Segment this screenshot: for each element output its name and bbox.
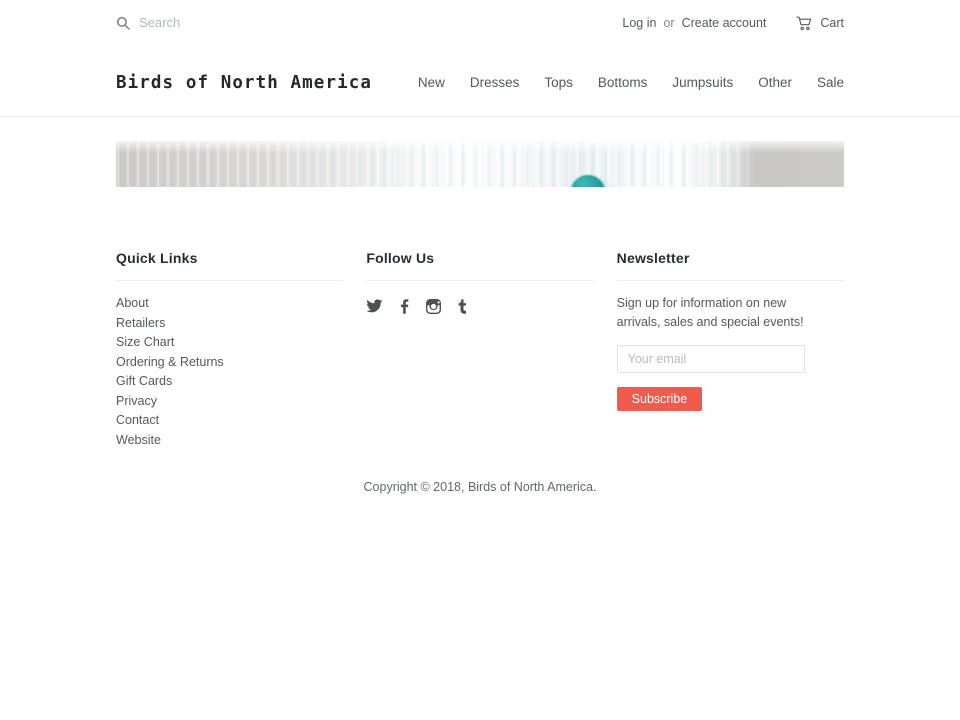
quick-links-heading: Quick Links bbox=[116, 249, 344, 281]
quick-link-contact[interactable]: Contact bbox=[116, 411, 343, 431]
account-links: Log in or Create account Cart bbox=[622, 16, 844, 31]
footer-column-quick-links: Quick Links About Retailers Size Chart O… bbox=[116, 249, 344, 450]
search-icon bbox=[116, 16, 130, 30]
twitter-icon bbox=[366, 299, 383, 314]
nav-item-new[interactable]: New bbox=[418, 73, 445, 93]
nav-item-sale[interactable]: Sale bbox=[817, 73, 844, 93]
instagram-link[interactable] bbox=[426, 299, 442, 314]
nav-item-other[interactable]: Other bbox=[758, 73, 792, 93]
facebook-icon bbox=[400, 299, 409, 314]
footer-column-newsletter: Newsletter Sign up for information on ne… bbox=[616, 249, 844, 411]
cart-label: Cart bbox=[820, 16, 844, 30]
follow-us-heading: Follow Us bbox=[366, 249, 594, 281]
social-links bbox=[366, 294, 593, 314]
site-header: Birds of North America New Dresses Tops … bbox=[0, 46, 960, 117]
search-form[interactable] bbox=[116, 10, 329, 36]
newsletter-description: Sign up for information on new arrivals,… bbox=[616, 296, 804, 329]
list-item: About bbox=[116, 294, 343, 314]
search-input[interactable] bbox=[139, 14, 329, 32]
login-link[interactable]: Log in bbox=[622, 16, 656, 30]
site-logo[interactable]: Birds of North America bbox=[116, 71, 372, 95]
footer-column-follow-us: Follow Us bbox=[366, 249, 594, 314]
main-navigation: New Dresses Tops Bottoms Jumpsuits Other… bbox=[418, 73, 844, 93]
page-root: Log in or Create account Cart bbox=[0, 0, 960, 720]
list-item: Size Chart bbox=[116, 333, 343, 353]
nav-item-jumpsuits[interactable]: Jumpsuits bbox=[672, 73, 733, 93]
tumblr-link[interactable] bbox=[458, 299, 467, 314]
top-utility-bar: Log in or Create account Cart bbox=[0, 0, 960, 46]
hero-banner[interactable] bbox=[116, 141, 844, 187]
quick-link-gift-cards[interactable]: Gift Cards bbox=[116, 372, 343, 392]
newsletter-heading: Newsletter bbox=[616, 249, 844, 281]
subscribe-button[interactable]: Subscribe bbox=[616, 387, 703, 411]
shopping-cart-icon bbox=[796, 16, 813, 31]
list-item: Retailers bbox=[116, 314, 343, 334]
quick-link-about[interactable]: About bbox=[116, 294, 343, 314]
quick-link-privacy[interactable]: Privacy bbox=[116, 392, 343, 412]
quick-link-retailers[interactable]: Retailers bbox=[116, 314, 343, 334]
tumblr-icon bbox=[458, 299, 467, 314]
nav-item-tops[interactable]: Tops bbox=[544, 73, 573, 93]
list-item: Ordering & Returns bbox=[116, 353, 343, 373]
instagram-icon bbox=[426, 299, 442, 314]
list-item: Privacy bbox=[116, 392, 343, 412]
nav-item-bottoms[interactable]: Bottoms bbox=[598, 73, 648, 93]
list-item: Contact bbox=[116, 411, 343, 431]
facebook-link[interactable] bbox=[400, 299, 409, 314]
quick-link-ordering-returns[interactable]: Ordering & Returns bbox=[116, 353, 343, 373]
list-item: Website bbox=[116, 431, 343, 451]
nav-item-dresses[interactable]: Dresses bbox=[470, 73, 520, 93]
quick-links-list: About Retailers Size Chart Ordering & Re… bbox=[116, 294, 343, 450]
create-account-link[interactable]: Create account bbox=[682, 16, 767, 30]
site-footer: Quick Links About Retailers Size Chart O… bbox=[116, 187, 844, 450]
email-field[interactable] bbox=[616, 345, 805, 373]
cart-link[interactable]: Cart bbox=[796, 16, 844, 31]
hero-banner-top-fade bbox=[116, 141, 844, 153]
quick-link-size-chart[interactable]: Size Chart bbox=[116, 333, 343, 353]
copyright-text: Copyright © 2018, Birds of North America… bbox=[363, 480, 597, 494]
account-separator: or bbox=[663, 16, 675, 30]
list-item: Gift Cards bbox=[116, 372, 343, 392]
twitter-link[interactable] bbox=[366, 299, 383, 314]
quick-link-website[interactable]: Website bbox=[116, 431, 343, 451]
